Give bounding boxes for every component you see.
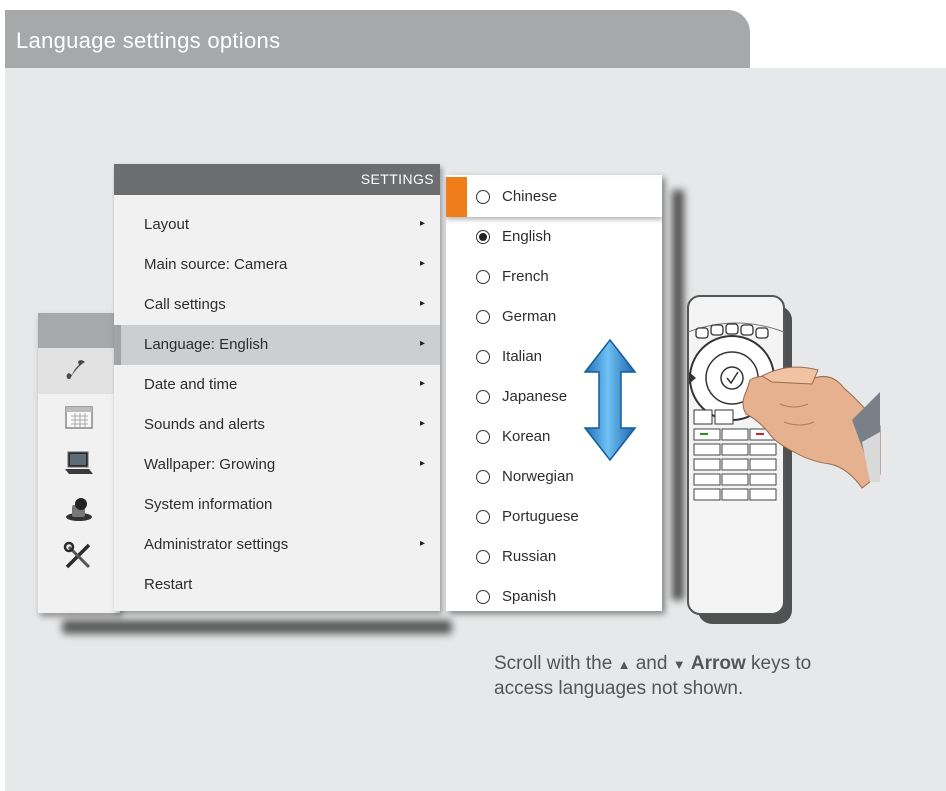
up-down-arrow-icon <box>583 338 637 462</box>
up-arrow-icon: ▲ <box>617 657 631 672</box>
caption-text: Scroll with the <box>494 653 613 674</box>
radio-button[interactable] <box>476 390 490 404</box>
language-label: Chinese <box>502 188 558 205</box>
radio-button[interactable] <box>476 510 490 524</box>
menu-item-label: Restart <box>144 576 193 593</box>
settings-menu-title: SETTINGS <box>360 171 434 187</box>
language-option-norwegian[interactable]: Norwegian <box>446 457 662 497</box>
submenu-arrow-icon: ▸ <box>420 538 426 549</box>
language-label: French <box>502 268 549 285</box>
camera-icon <box>66 498 92 521</box>
language-label: Japanese <box>502 388 568 405</box>
radio-button[interactable] <box>476 430 490 444</box>
remote-control-illustration <box>687 295 881 624</box>
language-label: German <box>502 308 557 325</box>
menu-item-sounds-alerts[interactable]: Sounds and alerts ▸ <box>114 405 440 445</box>
menu-item-label: Layout <box>144 216 190 233</box>
language-option-russian[interactable]: Russian <box>446 537 662 577</box>
language-label: Portuguese <box>502 508 579 525</box>
down-arrow-icon: ▼ <box>672 657 686 672</box>
language-option-german[interactable]: German <box>446 297 662 337</box>
settings-menu: SETTINGS Layout ▸ Main source: Camera ▸ … <box>114 164 440 611</box>
icon-bar <box>38 313 120 613</box>
language-option-chinese[interactable]: Chinese <box>446 177 662 217</box>
menu-item-label: Wallpaper: Growing <box>144 456 276 473</box>
radio-button[interactable] <box>476 550 490 564</box>
radio-button[interactable] <box>476 470 490 484</box>
submenu-arrow-icon: ▸ <box>420 458 426 469</box>
language-option-portuguese[interactable]: Portuguese <box>446 497 662 537</box>
language-label: Norwegian <box>502 468 574 485</box>
icon-bar-header <box>38 313 120 348</box>
language-label: Korean <box>502 428 551 445</box>
menu-item-wallpaper[interactable]: Wallpaper: Growing ▸ <box>114 445 440 485</box>
menu-item-label: Call settings <box>144 296 226 313</box>
language-label: English <box>502 228 552 245</box>
submenu-arrow-icon: ▸ <box>420 258 426 269</box>
radio-button[interactable] <box>476 350 490 364</box>
menu-item-label: Sounds and alerts <box>144 416 265 433</box>
menu-item-label: Language: English <box>144 336 269 353</box>
radio-button[interactable] <box>476 190 490 204</box>
menu-item-administrator-settings[interactable]: Administrator settings ▸ <box>114 525 440 565</box>
caption-text: and <box>635 653 668 674</box>
calendar-icon <box>65 406 93 429</box>
radio-button[interactable] <box>476 230 490 244</box>
menu-item-label: System information <box>144 496 273 513</box>
language-label: Italian <box>502 348 543 365</box>
menu-item-main-source[interactable]: Main source: Camera ▸ <box>114 245 440 285</box>
language-option-english[interactable]: English <box>446 217 662 257</box>
icon-bar-item-calendar[interactable] <box>38 394 120 440</box>
language-list-shadow <box>672 190 684 600</box>
icon-bar-item-camera[interactable] <box>38 486 120 532</box>
submenu-arrow-icon: ▸ <box>420 298 426 309</box>
menu-item-date-time[interactable]: Date and time ▸ <box>114 365 440 405</box>
menu-shadow <box>62 620 452 634</box>
icon-bar-item-tools[interactable] <box>38 532 120 578</box>
language-label: Spanish <box>502 588 557 605</box>
menu-item-restart[interactable]: Restart <box>114 565 440 605</box>
menu-item-label: Main source: Camera <box>144 256 288 273</box>
tools-icon <box>63 541 91 569</box>
submenu-arrow-icon: ▸ <box>420 418 426 429</box>
icon-bar-item-phone[interactable] <box>38 348 120 394</box>
menu-item-label: Date and time <box>144 376 238 393</box>
caption-bold-text: Arrow <box>690 653 746 674</box>
radio-button[interactable] <box>476 590 490 604</box>
language-option-spanish[interactable]: Spanish <box>446 577 662 611</box>
laptop-icon <box>65 451 93 474</box>
menu-item-call-settings[interactable]: Call settings ▸ <box>114 285 440 325</box>
settings-menu-header: SETTINGS <box>114 164 440 195</box>
language-option-french[interactable]: French <box>446 257 662 297</box>
radio-button[interactable] <box>476 270 490 284</box>
submenu-arrow-icon: ▸ <box>420 378 426 389</box>
menu-item-system-information[interactable]: System information <box>114 485 440 525</box>
menu-item-label: Administrator settings <box>144 536 289 553</box>
icon-bar-item-laptop[interactable] <box>38 440 120 486</box>
submenu-arrow-icon: ▸ <box>420 338 426 349</box>
instruction-caption: Scroll with the ▲ and ▼ Arrow keys to ac… <box>494 652 824 701</box>
language-label: Russian <box>502 548 557 565</box>
submenu-arrow-icon: ▸ <box>420 218 426 229</box>
page-title: Language settings options <box>16 28 281 53</box>
radio-button[interactable] <box>476 310 490 324</box>
menu-item-language[interactable]: Language: English ▸ <box>114 325 440 365</box>
phone-icon <box>66 360 85 379</box>
menu-item-layout[interactable]: Layout ▸ <box>114 205 440 245</box>
